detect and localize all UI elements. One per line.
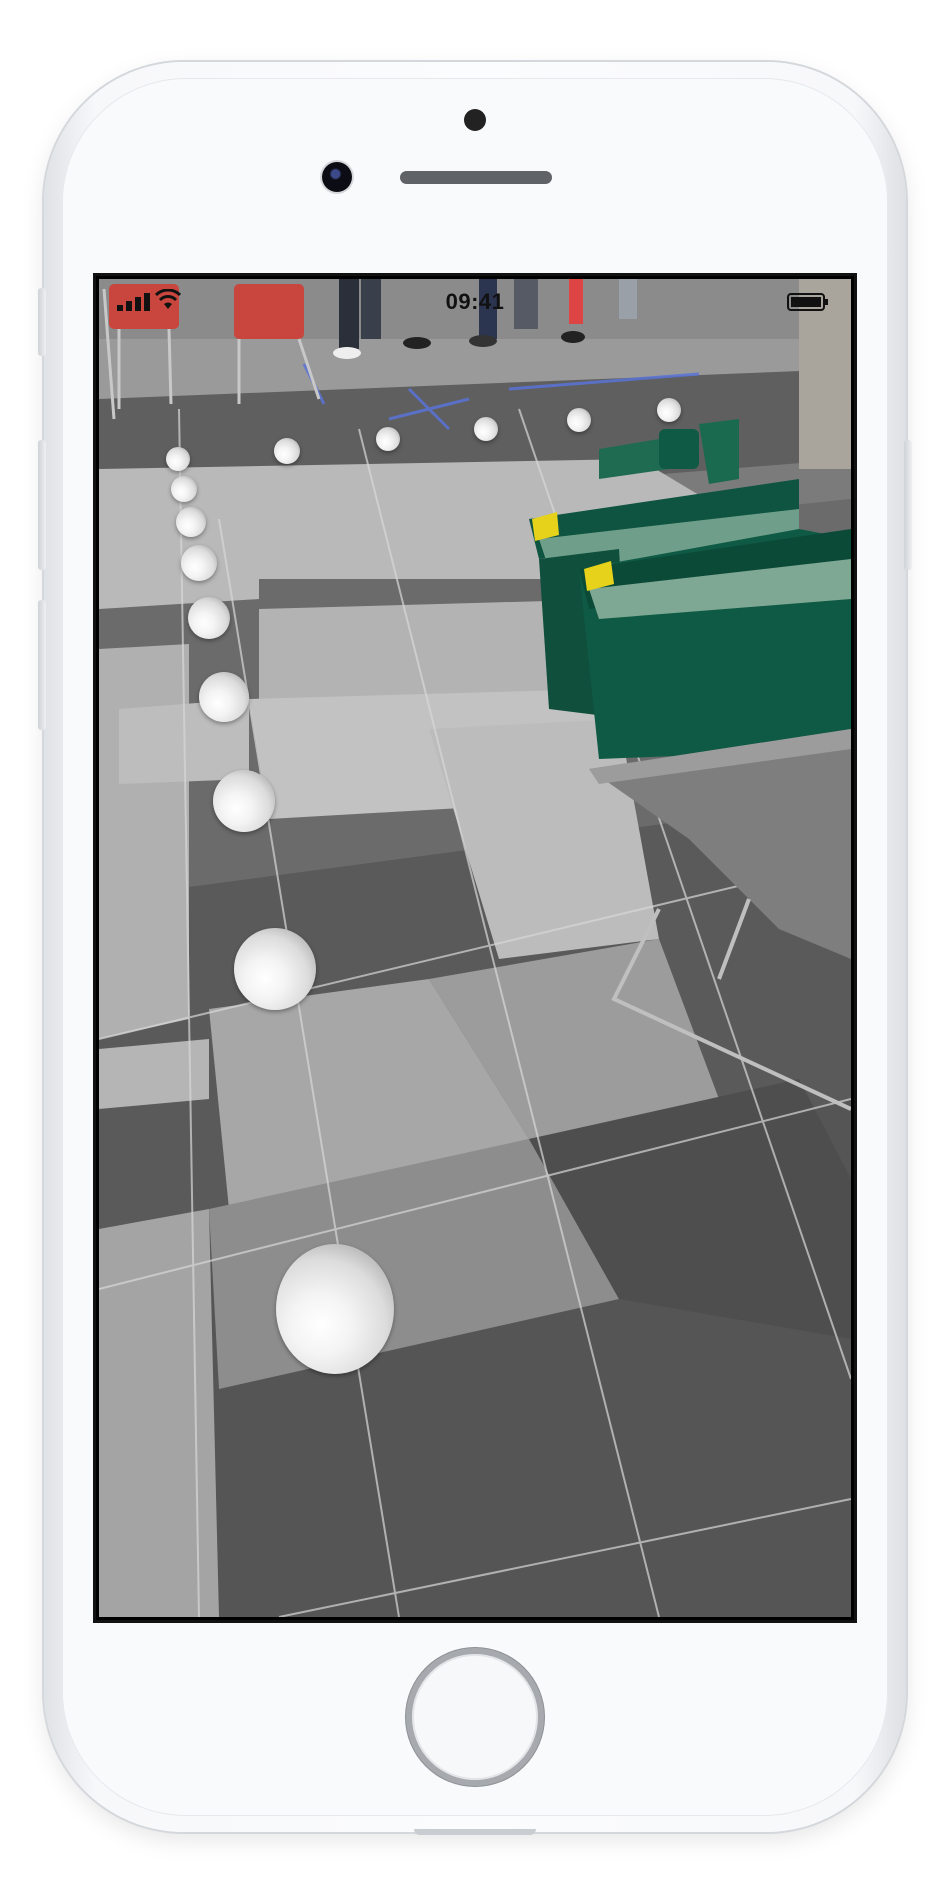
ar-sphere[interactable] <box>176 507 206 537</box>
ar-sphere[interactable] <box>657 398 681 422</box>
status-bar: 09:41 <box>99 279 851 323</box>
mute-switch[interactable] <box>38 288 46 356</box>
ar-sphere[interactable] <box>199 672 249 722</box>
ar-sphere[interactable] <box>376 427 400 451</box>
status-time: 09:41 <box>445 289 505 314</box>
earpiece-speaker <box>400 171 552 184</box>
ar-sphere[interactable] <box>171 476 197 502</box>
ar-sphere[interactable] <box>474 417 498 441</box>
ar-sphere[interactable] <box>181 545 217 581</box>
proximity-sensor <box>464 109 486 131</box>
battery-icon <box>787 293 828 311</box>
ar-camera-view[interactable] <box>99 279 851 1617</box>
ar-sphere[interactable] <box>234 928 316 1010</box>
volume-up-button[interactable] <box>38 440 46 570</box>
home-button[interactable] <box>406 1648 544 1786</box>
ar-sphere[interactable] <box>166 447 190 471</box>
power-button[interactable] <box>904 440 912 570</box>
screen[interactable]: 09:41 <box>93 273 857 1623</box>
ar-sphere[interactable] <box>274 438 300 464</box>
ar-sphere[interactable] <box>188 597 230 639</box>
ar-sphere[interactable] <box>567 408 591 432</box>
lightning-port <box>414 1829 536 1835</box>
ar-sphere[interactable] <box>276 1244 394 1374</box>
front-camera <box>322 162 352 192</box>
floor-scene <box>99 279 851 1617</box>
volume-down-button[interactable] <box>38 600 46 730</box>
ar-sphere[interactable] <box>213 770 275 832</box>
